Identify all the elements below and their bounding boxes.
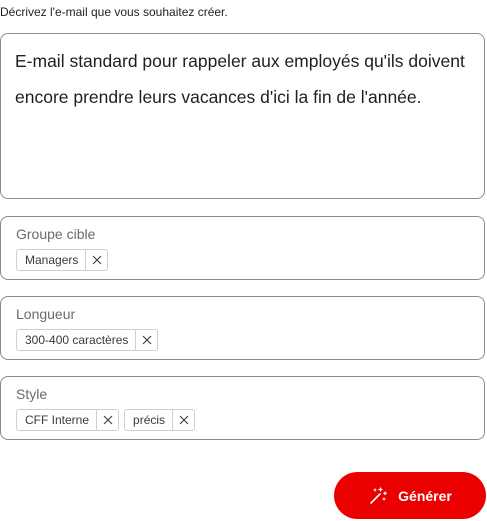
chip-length: 300-400 caractères: [16, 329, 159, 351]
generate-button[interactable]: Générer: [334, 472, 486, 519]
magic-wand-icon: [370, 486, 387, 504]
chip-managers: Managers: [16, 249, 109, 271]
close-icon[interactable]: [135, 330, 157, 350]
target-group-field[interactable]: Groupe cible Managers: [0, 216, 485, 280]
chip-label: CFF Interne: [25, 413, 90, 427]
close-icon[interactable]: [172, 410, 194, 430]
generate-button-label: Générer: [398, 487, 452, 504]
instruction-text: Décrivez l'e-mail que vous souhaitez cré…: [0, 5, 228, 19]
length-field[interactable]: Longueur 300-400 caractères: [0, 296, 485, 360]
chip-label: 300-400 caractères: [25, 333, 129, 347]
style-field[interactable]: Style CFF Interne précis: [0, 376, 485, 440]
style-label: Style: [16, 386, 48, 402]
email-description-textarea[interactable]: E-mail standard pour rappeler aux employ…: [0, 33, 485, 199]
length-label: Longueur: [16, 306, 76, 322]
style-chips: CFF Interne précis: [16, 409, 196, 431]
chip-label: Managers: [25, 253, 79, 267]
length-chips: 300-400 caractères: [16, 329, 159, 351]
chip-cff-interne: CFF Interne: [16, 409, 120, 431]
close-icon[interactable]: [85, 250, 107, 270]
target-group-chips: Managers: [16, 249, 109, 271]
close-icon[interactable]: [96, 410, 118, 430]
chip-precis: précis: [124, 409, 196, 431]
chip-label: précis: [133, 413, 166, 427]
target-group-label: Groupe cible: [16, 226, 96, 242]
